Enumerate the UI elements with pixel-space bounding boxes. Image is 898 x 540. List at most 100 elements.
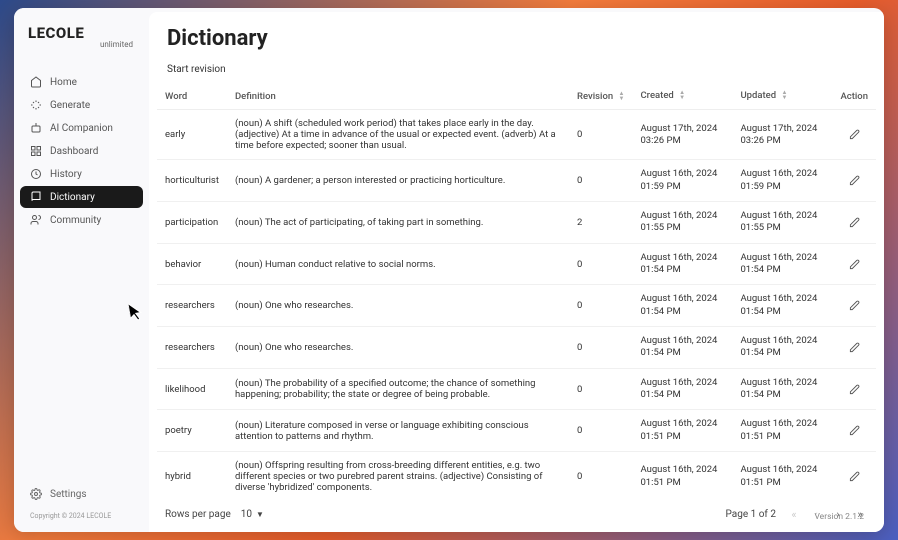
- table-row: researchers(noun) One who researches.0Au…: [157, 285, 876, 327]
- table-row: horticulturist(noun) A gardener; a perso…: [157, 160, 876, 202]
- cell-created: August 16th, 202401:51 PM: [632, 410, 732, 452]
- cell-word: researchers: [157, 285, 227, 327]
- edit-button[interactable]: [844, 212, 864, 232]
- cell-revision: 0: [569, 452, 632, 496]
- cell-definition: (noun) Literature composed in verse or l…: [227, 410, 569, 452]
- rows-per-page-select[interactable]: 10 ▼: [241, 509, 264, 520]
- edit-button[interactable]: [844, 337, 864, 357]
- nav: Home Generate AI Companion Dashboard History…: [20, 71, 143, 482]
- cell-action: [832, 285, 876, 327]
- edit-button[interactable]: [844, 467, 864, 487]
- cell-definition: (noun) The probability of a specified ou…: [227, 368, 569, 410]
- cell-action: [832, 110, 876, 160]
- cell-created: August 16th, 202401:54 PM: [632, 368, 732, 410]
- page-first-button[interactable]: «: [786, 506, 802, 522]
- table-row: behavior(noun) Human conduct relative to…: [157, 243, 876, 285]
- rows-per-page-label: Rows per page: [165, 509, 231, 520]
- start-revision-link[interactable]: Start revision: [149, 60, 244, 83]
- cell-definition: (noun) One who researches.: [227, 327, 569, 369]
- cell-revision: 0: [569, 160, 632, 202]
- sidebar-item-label: Community: [50, 215, 101, 226]
- cell-definition: (noun) The act of participating, of taki…: [227, 202, 569, 244]
- sidebar-item-home[interactable]: Home: [20, 71, 143, 93]
- edit-button[interactable]: [844, 125, 864, 145]
- chevron-down-icon: ▼: [256, 510, 264, 519]
- col-revision[interactable]: Revision ▲▼: [569, 83, 632, 110]
- page-title: Dictionary: [149, 12, 884, 57]
- cell-created: August 17th, 202403:26 PM: [632, 110, 732, 160]
- cell-created: August 16th, 202401:51 PM: [632, 452, 732, 496]
- col-created[interactable]: Created ▲▼: [632, 83, 732, 110]
- bot-icon: [30, 122, 42, 134]
- cell-updated: August 17th, 202403:26 PM: [732, 110, 832, 160]
- cell-revision: 0: [569, 410, 632, 452]
- sort-icon: ▲▼: [781, 90, 787, 100]
- page-info: Page 1 of 2: [726, 509, 776, 520]
- cell-updated: August 16th, 202401:51 PM: [732, 410, 832, 452]
- cell-definition: (noun) A gardener; a person interested o…: [227, 160, 569, 202]
- version-label: Version 2.1.2: [814, 512, 864, 522]
- cell-word: poetry: [157, 410, 227, 452]
- cell-definition: (noun) One who researches.: [227, 285, 569, 327]
- sidebar: LECOLE unlimited Home Generate AI Companio…: [14, 8, 149, 532]
- cell-created: August 16th, 202401:54 PM: [632, 285, 732, 327]
- sidebar-item-label: Home: [50, 77, 77, 88]
- sort-icon: ▲▼: [679, 90, 685, 100]
- settings-label: Settings: [50, 489, 87, 500]
- history-icon: [30, 168, 42, 180]
- settings-link[interactable]: Settings: [20, 482, 143, 506]
- sidebar-item-label: History: [50, 169, 82, 180]
- sidebar-item-dictionary[interactable]: Dictionary: [20, 186, 143, 208]
- sidebar-item-label: Dictionary: [50, 192, 95, 203]
- cell-revision: 0: [569, 110, 632, 160]
- edit-button[interactable]: [844, 296, 864, 316]
- cell-definition: (noun) A shift (scheduled work period) t…: [227, 110, 569, 160]
- cell-updated: August 16th, 202401:54 PM: [732, 285, 832, 327]
- cell-definition: (noun) Human conduct relative to social …: [227, 243, 569, 285]
- home-icon: [30, 76, 42, 88]
- cell-word: participation: [157, 202, 227, 244]
- cell-revision: 0: [569, 327, 632, 369]
- sidebar-item-label: AI Companion: [50, 123, 113, 134]
- cell-action: [832, 410, 876, 452]
- cell-updated: August 16th, 202401:54 PM: [732, 243, 832, 285]
- cell-revision: 0: [569, 243, 632, 285]
- col-updated[interactable]: Updated ▲▼: [732, 83, 832, 110]
- table-row: likelihood(noun) The probability of a sp…: [157, 368, 876, 410]
- sidebar-item-dashboard[interactable]: Dashboard: [20, 140, 143, 162]
- cell-action: [832, 160, 876, 202]
- col-definition: Definition: [227, 83, 569, 110]
- edit-button[interactable]: [844, 171, 864, 191]
- gear-icon: [30, 488, 42, 500]
- sidebar-item-community[interactable]: Community: [20, 209, 143, 231]
- table-scroll[interactable]: Word Definition Revision ▲▼ Created ▲▼ U…: [149, 83, 884, 496]
- cell-updated: August 16th, 202401:55 PM: [732, 202, 832, 244]
- cell-action: [832, 452, 876, 496]
- cell-definition: (noun) Offspring resulting from cross-br…: [227, 452, 569, 496]
- cell-word: behavior: [157, 243, 227, 285]
- cell-revision: 0: [569, 285, 632, 327]
- cell-word: hybrid: [157, 452, 227, 496]
- dictionary-table: Word Definition Revision ▲▼ Created ▲▼ U…: [157, 83, 876, 496]
- edit-button[interactable]: [844, 379, 864, 399]
- col-action: Action: [832, 83, 876, 110]
- cell-revision: 2: [569, 202, 632, 244]
- cell-word: early: [157, 110, 227, 160]
- table-row: poetry(noun) Literature composed in vers…: [157, 410, 876, 452]
- sidebar-item-history[interactable]: History: [20, 163, 143, 185]
- cell-created: August 16th, 202401:54 PM: [632, 327, 732, 369]
- edit-button[interactable]: [844, 421, 864, 441]
- edit-button[interactable]: [844, 254, 864, 274]
- users-icon: [30, 214, 42, 226]
- cell-updated: August 16th, 202401:54 PM: [732, 368, 832, 410]
- sidebar-item-ai-companion[interactable]: AI Companion: [20, 117, 143, 139]
- sidebar-item-label: Generate: [50, 100, 90, 111]
- sidebar-item-generate[interactable]: Generate: [20, 94, 143, 116]
- cell-word: horticulturist: [157, 160, 227, 202]
- cell-revision: 0: [569, 368, 632, 410]
- brand-logo: LECOLE unlimited: [20, 20, 143, 51]
- table-row: hybrid(noun) Offspring resulting from cr…: [157, 452, 876, 496]
- dashboard-icon: [30, 145, 42, 157]
- sparkle-icon: [30, 99, 42, 111]
- cell-word: researchers: [157, 327, 227, 369]
